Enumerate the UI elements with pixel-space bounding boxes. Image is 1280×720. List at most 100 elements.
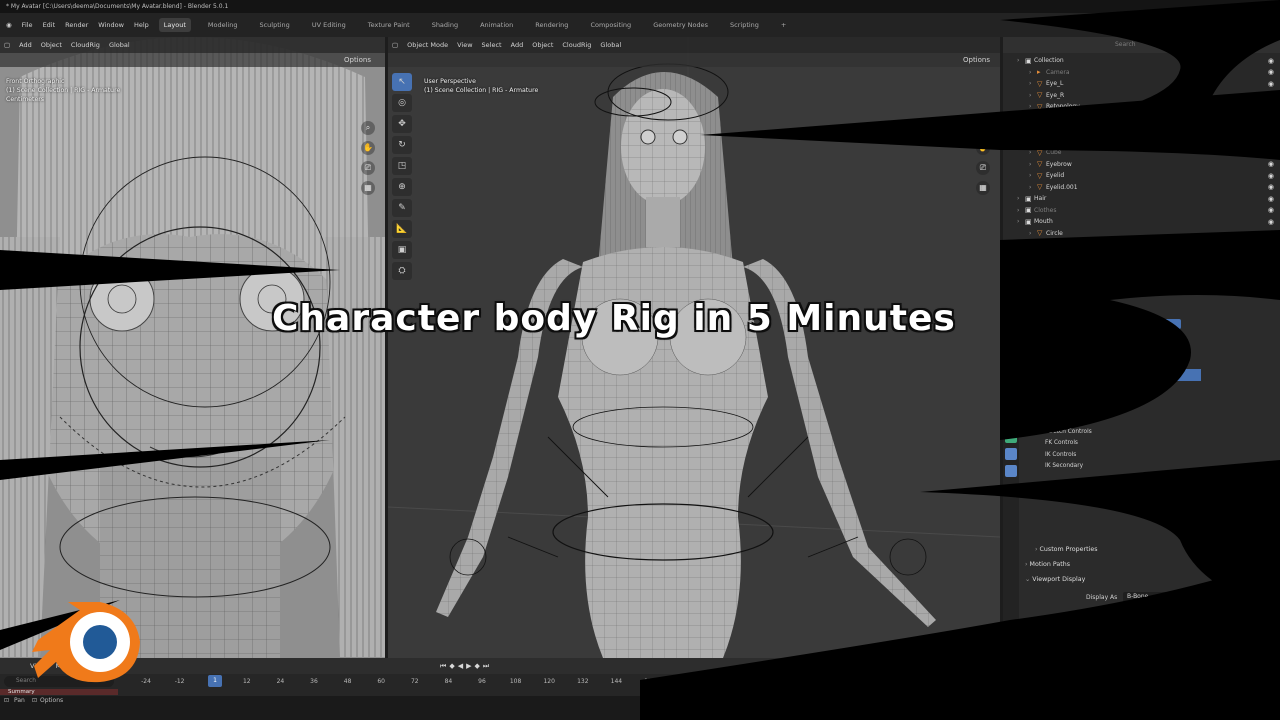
tab-uv-editing[interactable]: UV Editing — [307, 18, 351, 32]
expand-toggle-icon[interactable]: › — [1017, 218, 1025, 225]
pose-tool-icon[interactable]: ⛭ — [392, 262, 412, 280]
visibility-eye-icon[interactable]: ◉ — [1268, 195, 1274, 203]
visibility-eye-icon[interactable]: ◉ — [1268, 103, 1274, 111]
main-menu-object[interactable]: Object — [532, 41, 553, 49]
hand-pan-icon[interactable]: ✋ — [361, 141, 375, 155]
show-bone-colors-checkbox[interactable]: ✓ Bone Colors — [1123, 631, 1169, 639]
armature-data-tab-icon[interactable] — [1005, 414, 1017, 426]
left-menu-object[interactable]: Object — [41, 41, 62, 49]
bone-collection-item[interactable]: Face Main — [1031, 484, 1201, 496]
bone-collection-item[interactable]: Original Bones — [1031, 415, 1201, 427]
next-keyframe-icon[interactable]: ◆ — [474, 662, 482, 670]
expand-toggle-icon[interactable]: › — [1029, 172, 1037, 179]
main-editor-type-icon[interactable]: ▢ — [392, 41, 398, 49]
outliner-row[interactable]: › ▽ Retopology ◉ — [1003, 101, 1280, 113]
expand-toggle-icon[interactable]: › — [1029, 103, 1037, 110]
grid-icon[interactable]: ▦ — [361, 181, 375, 195]
bone-collection-item[interactable]: FK Controls — [1031, 438, 1201, 450]
outliner-row[interactable]: › ▣ Collection ◉ — [1003, 55, 1280, 67]
visibility-eye-icon[interactable]: ◉ — [1268, 218, 1274, 226]
outliner-row[interactable]: › ▽ Eye_L ◉ — [1003, 78, 1280, 90]
blender-menu-icon[interactable]: ◉ — [6, 21, 12, 29]
object-data-tab-icon[interactable] — [1005, 465, 1017, 477]
left-menu-add[interactable]: Add — [19, 41, 32, 49]
object-tab-icon[interactable] — [1005, 363, 1017, 375]
armature-name-field[interactable]: RIG - Armature — [1025, 282, 1263, 294]
bone-collection-item[interactable]: Bones — [1031, 369, 1201, 381]
left-options-button[interactable]: Options — [344, 56, 371, 64]
tab-animation[interactable]: Animation — [475, 18, 518, 32]
show-shapes-checkbox[interactable]: ✓ Shapes — [1123, 619, 1155, 627]
start-frame-value[interactable]: 1 — [902, 663, 906, 670]
visibility-eye-icon[interactable]: ◉ — [1268, 57, 1274, 65]
expand-toggle-icon[interactable]: › — [1029, 80, 1037, 87]
play-reverse-icon[interactable]: ◀ — [458, 662, 466, 670]
pose-position-button[interactable] — [1031, 319, 1181, 329]
outliner-row[interactable] — [1003, 136, 1280, 148]
visibility-eye-icon[interactable]: ◉ — [1268, 91, 1274, 99]
hand-pan-icon[interactable]: ✋ — [976, 141, 990, 155]
tab-geometry-nodes[interactable]: Geometry Nodes — [648, 18, 713, 32]
expand-toggle-icon[interactable]: › — [1017, 57, 1025, 64]
select-box-tool-icon[interactable]: ↖ — [392, 73, 412, 91]
default-collection-button[interactable]: Default — [1031, 352, 1183, 363]
menu-edit[interactable]: Edit — [43, 21, 56, 29]
bone-collection-item[interactable] — [1031, 473, 1201, 485]
menu-render[interactable]: Render — [65, 21, 88, 29]
tab-scripting[interactable]: Scripting — [725, 18, 764, 32]
bone-tab-icon[interactable] — [1005, 431, 1017, 443]
main-transform-orientation[interactable]: Global — [600, 41, 621, 49]
left-transform-orientation[interactable]: Global — [109, 41, 130, 49]
expand-toggle-icon[interactable]: › — [1029, 161, 1037, 168]
visibility-eye-icon[interactable]: ◉ — [1268, 183, 1274, 191]
pose-panel-header[interactable]: Pose — [1025, 303, 1047, 310]
add-cube-tool-icon[interactable]: ▣ — [392, 241, 412, 259]
outliner-row[interactable]: › ▽ Circle ◉ — [1003, 228, 1280, 240]
tab-layout[interactable]: Layout — [158, 18, 191, 32]
outliner-row[interactable]: › ▽ Eyelid ◉ — [1003, 170, 1280, 182]
visibility-eye-icon[interactable]: ◉ — [1268, 149, 1274, 157]
tab-compositing[interactable]: Compositing — [585, 18, 636, 32]
frame-ruler[interactable]: -24-121122436486072849610812013214415616… — [120, 676, 1000, 688]
tab-texture-paint[interactable]: Texture Paint — [363, 18, 415, 32]
bone-collection-item[interactable]: IK Secondary — [1031, 461, 1201, 473]
custom-properties-panel-header[interactable]: Custom Properties — [1035, 546, 1098, 553]
show-names-checkbox[interactable]: Names — [1123, 607, 1154, 615]
move-tool-icon[interactable]: ✥ — [392, 115, 412, 133]
tab-modeling[interactable]: Modeling — [203, 18, 243, 32]
visibility-eye-icon[interactable]: ◉ — [1268, 172, 1274, 180]
visibility-eye-icon[interactable]: ◉ — [1268, 80, 1274, 88]
camera-view-icon[interactable]: ⎚ — [976, 161, 990, 175]
annotate-tool-icon[interactable]: ✎ — [392, 199, 412, 217]
transform-tool-icon[interactable]: ⊕ — [392, 178, 412, 196]
left-viewport[interactable]: ▢ Add Object CloudRig Global Options Fro… — [0, 37, 385, 658]
outliner-row[interactable]: › ▽ Eyelid.001 ◉ — [1003, 182, 1280, 194]
measure-tool-icon[interactable]: 📐 — [392, 220, 412, 238]
playhead[interactable]: 1 — [208, 675, 222, 687]
bone-collection-item[interactable]: Stretch Controls — [1031, 427, 1201, 439]
display-as-dropdown[interactable]: B-Bone — [1123, 592, 1258, 602]
left-editor-type-icon[interactable]: ▢ — [4, 41, 10, 49]
main-menu-view[interactable]: View — [457, 41, 472, 49]
object-mode-dropdown[interactable]: Object Mode — [407, 41, 448, 49]
menu-help[interactable]: Help — [134, 21, 149, 29]
visibility-eye-icon[interactable]: ◉ — [1268, 229, 1274, 237]
properties-search[interactable]: Search — [1121, 246, 1142, 253]
outliner-row[interactable]: › ▣ Clothes ◉ — [1003, 205, 1280, 217]
current-frame-field[interactable]: 1 — [810, 662, 846, 671]
view-layer-tab-icon[interactable] — [1005, 312, 1017, 324]
bone-collections-panel-header[interactable]: Bone Collections — [1025, 338, 1084, 345]
main-menu-select[interactable]: Select — [482, 41, 502, 49]
bone-collection-item[interactable]: Deform Bones — [1031, 392, 1201, 404]
jump-start-icon[interactable]: ⏮ — [440, 662, 449, 670]
outliner-row[interactable]: › ▸ Camera ◉ — [1003, 67, 1280, 79]
world-tab-icon[interactable] — [1005, 346, 1017, 358]
outliner-row[interactable]: › ▣ Hair ◉ — [1003, 193, 1280, 205]
tab-shading[interactable]: Shading — [427, 18, 463, 32]
outliner-row[interactable]: › ▽ Cube ◉ — [1003, 147, 1280, 159]
output-tab-icon[interactable] — [1005, 295, 1017, 307]
expand-toggle-icon[interactable]: › — [1029, 69, 1037, 76]
main-menu-add[interactable]: Add — [511, 41, 524, 49]
expand-toggle-icon[interactable]: › — [1017, 207, 1025, 214]
expand-toggle-icon[interactable]: › — [1017, 195, 1025, 202]
